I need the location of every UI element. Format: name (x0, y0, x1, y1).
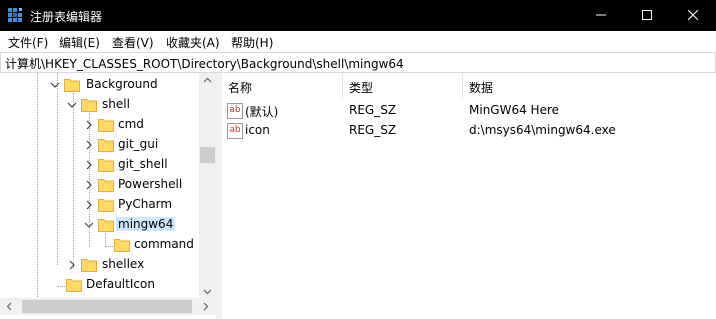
chevron-right-icon[interactable] (83, 179, 95, 191)
chevron-down-icon[interactable] (66, 99, 78, 111)
tree-item-label: mingw64 (116, 217, 176, 231)
column-header-type[interactable]: 类型 (343, 73, 462, 99)
window-title: 注册表编辑器 (30, 10, 103, 24)
chevron-right-icon[interactable] (83, 159, 95, 171)
menu-bar: 文件(F) 编辑(E) 查看(V) 收藏夹(A) 帮助(H) (0, 31, 716, 52)
tree-item-command[interactable]: command (0, 235, 200, 255)
tree-item-shell[interactable]: shell (0, 95, 200, 115)
folder-icon (64, 79, 80, 92)
tree-item-label: Powershell (118, 177, 183, 191)
chevron-down-icon[interactable] (49, 79, 61, 91)
scroll-up-icon[interactable] (203, 76, 212, 85)
folder-icon (98, 179, 114, 192)
chevron-right-icon[interactable] (83, 199, 95, 211)
folder-icon (98, 159, 114, 172)
tree-item-label: git_gui (118, 137, 159, 151)
string-value-icon: ab (227, 103, 243, 119)
folder-icon (98, 139, 114, 152)
value-name: icon (245, 123, 270, 137)
folder-icon (98, 199, 114, 212)
folder-icon (81, 99, 97, 112)
tree-item-defaulticon[interactable]: DefaultIcon (0, 275, 200, 295)
tree-vertical-scrollbar[interactable] (199, 73, 216, 298)
chevron-down-icon[interactable] (83, 219, 95, 231)
tree-item-shellex[interactable]: shellex (0, 255, 200, 275)
tree-item-label: shellex (102, 257, 145, 271)
tree-item-label: git_shell (118, 157, 168, 171)
folder-icon (114, 239, 130, 252)
close-icon (688, 10, 698, 20)
tree-vertical-scroll-thumb[interactable] (200, 147, 215, 163)
values-list-pane[interactable]: 名称 类型 数据 ab (默认) REG_SZ MinGW64 Here ab … (222, 73, 716, 319)
tree-item-pycharm[interactable]: PyCharm (0, 195, 200, 215)
tree-item-powershell[interactable]: Powershell (0, 175, 200, 195)
regedit-icon[interactable] (8, 8, 23, 23)
minimize-icon (596, 14, 606, 16)
close-button[interactable] (670, 0, 716, 31)
tree-item-background[interactable]: Background (0, 75, 200, 95)
tree-item-label: DefaultIcon (86, 277, 155, 291)
folder-icon (98, 119, 114, 132)
menu-edit[interactable]: 编辑(E) (59, 34, 100, 51)
list-row[interactable]: ab (默认) REG_SZ MinGW64 Here (222, 101, 716, 121)
value-data: d:\msys64\mingw64.exe (469, 123, 616, 137)
tree-pane[interactable]: Background shell cmd git_gui git_shell P… (0, 73, 216, 319)
chevron-right-icon[interactable] (66, 259, 78, 271)
string-value-icon: ab (227, 123, 243, 139)
tree-item-label: cmd (118, 117, 144, 131)
column-header-data[interactable]: 数据 (463, 73, 716, 99)
folder-icon (81, 259, 97, 272)
tree-item-label: shell (102, 97, 130, 111)
maximize-button[interactable] (624, 0, 670, 31)
menu-favorites[interactable]: 收藏夹(A) (166, 34, 220, 51)
column-header-label: 数据 (469, 81, 494, 95)
tree-item-mingw64[interactable]: mingw64 (0, 215, 200, 235)
minimize-button[interactable] (578, 0, 624, 31)
scroll-left-icon[interactable] (5, 302, 14, 311)
tree-horizontal-scroll-thumb[interactable] (22, 300, 192, 313)
tree-item-label: PyCharm (118, 197, 173, 211)
scroll-right-icon[interactable] (201, 302, 210, 311)
column-header-label: 类型 (349, 81, 374, 95)
folder-icon (66, 279, 82, 292)
maximize-icon (642, 10, 652, 20)
value-data: MinGW64 Here (469, 103, 559, 117)
address-path[interactable]: 计算机\HKEY_CLASSES_ROOT\Directory\Backgrou… (5, 55, 404, 72)
value-type: REG_SZ (349, 103, 397, 117)
address-bar[interactable]: 计算机\HKEY_CLASSES_ROOT\Directory\Backgrou… (0, 52, 716, 73)
folder-open-icon (98, 219, 114, 232)
tree-item-label: command (134, 237, 194, 251)
value-type: REG_SZ (349, 123, 397, 137)
value-name: (默认) (245, 105, 279, 119)
chevron-right-icon[interactable] (83, 119, 95, 131)
menu-view[interactable]: 查看(V) (112, 34, 154, 51)
tree-item-git-shell[interactable]: git_shell (0, 155, 200, 175)
column-header-label: 名称 (228, 81, 253, 95)
menu-file[interactable]: 文件(F) (8, 34, 48, 51)
title-bar: 注册表编辑器 (0, 0, 716, 31)
chevron-right-icon[interactable] (83, 139, 95, 151)
column-header-name[interactable]: 名称 (222, 73, 342, 99)
scroll-down-icon[interactable] (203, 287, 212, 296)
tree-item-label: Background (86, 77, 158, 91)
tree-item-cmd[interactable]: cmd (0, 115, 200, 135)
menu-help[interactable]: 帮助(H) (231, 34, 273, 51)
tree-item-git-gui[interactable]: git_gui (0, 135, 200, 155)
list-row[interactable]: ab icon REG_SZ d:\msys64\mingw64.exe (222, 121, 716, 141)
